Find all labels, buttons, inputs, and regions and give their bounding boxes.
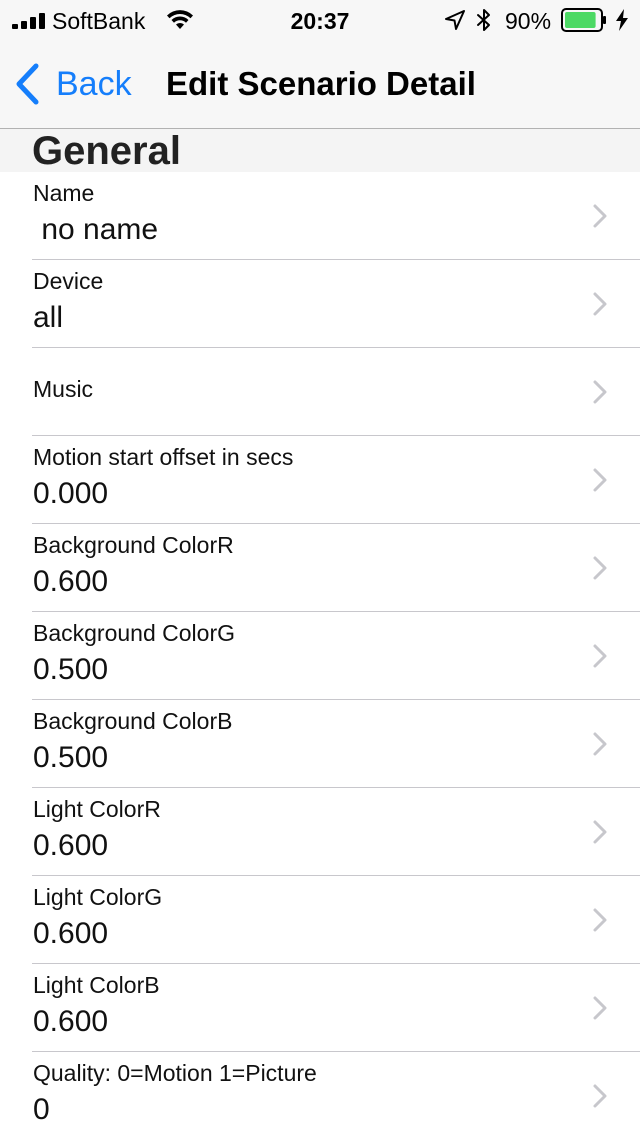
row-value: 0.600 bbox=[33, 829, 109, 862]
row-label: Light ColorR bbox=[33, 796, 161, 822]
battery-icon bbox=[561, 8, 606, 32]
row-label: Name bbox=[33, 180, 95, 206]
navigation-bar: Back Edit Scenario Detail bbox=[0, 40, 640, 129]
row-light-color-b[interactable]: Light ColorB 0.600 bbox=[0, 964, 640, 1052]
back-button-label: Back bbox=[56, 65, 132, 103]
row-quality[interactable]: Quality: 0=Motion 1=Picture 0 bbox=[0, 1052, 640, 1140]
row-motion-start-offset[interactable]: Motion start offset in secs 0.000 bbox=[0, 436, 640, 524]
row-value: 0.000 bbox=[33, 477, 109, 510]
chevron-right-icon bbox=[593, 292, 607, 316]
chevron-right-icon bbox=[593, 996, 607, 1020]
row-label: Device bbox=[33, 268, 104, 294]
settings-list: Name no name Device all Music Motion sta… bbox=[0, 172, 640, 1140]
page-title: Edit Scenario Detail bbox=[166, 65, 476, 102]
chevron-right-icon bbox=[593, 820, 607, 844]
chevron-left-icon bbox=[16, 63, 39, 105]
location-arrow-icon bbox=[445, 10, 465, 30]
chevron-right-icon bbox=[593, 468, 607, 492]
row-music[interactable]: Music bbox=[0, 348, 640, 436]
row-value: all bbox=[33, 301, 64, 334]
row-label: Background ColorG bbox=[33, 620, 235, 646]
row-label: Motion start offset in secs bbox=[33, 444, 294, 470]
status-bar: SoftBank 20:37 90% bbox=[0, 0, 640, 40]
chevron-right-icon bbox=[593, 556, 607, 580]
charging-bolt-icon bbox=[616, 9, 628, 31]
back-button[interactable]: Back bbox=[14, 60, 132, 108]
row-label: Background ColorB bbox=[33, 708, 233, 734]
row-background-color-r[interactable]: Background ColorR 0.600 bbox=[0, 524, 640, 612]
section-header: General bbox=[0, 129, 640, 173]
row-background-color-g[interactable]: Background ColorG 0.500 bbox=[0, 612, 640, 700]
bluetooth-icon bbox=[477, 9, 490, 31]
chevron-right-icon bbox=[593, 732, 607, 756]
chevron-right-icon bbox=[593, 204, 607, 228]
signal-icon bbox=[12, 13, 45, 29]
chevron-right-icon bbox=[593, 908, 607, 932]
row-background-color-b[interactable]: Background ColorB 0.500 bbox=[0, 700, 640, 788]
row-value: 0.500 bbox=[33, 653, 109, 686]
row-device[interactable]: Device all bbox=[0, 260, 640, 348]
row-value: 0.500 bbox=[33, 741, 109, 774]
row-label: Quality: 0=Motion 1=Picture bbox=[33, 1060, 317, 1086]
chevron-right-icon bbox=[593, 1084, 607, 1108]
carrier-name: SoftBank bbox=[52, 8, 146, 34]
chevron-right-icon bbox=[593, 644, 607, 668]
row-value: 0 bbox=[33, 1093, 50, 1126]
row-value: 0.600 bbox=[33, 565, 109, 598]
row-value: 0.600 bbox=[33, 917, 109, 950]
row-name[interactable]: Name no name bbox=[0, 172, 640, 260]
chevron-right-icon bbox=[593, 380, 607, 404]
row-value: no name bbox=[33, 213, 159, 246]
row-light-color-r[interactable]: Light ColorR 0.600 bbox=[0, 788, 640, 876]
row-label: Light ColorG bbox=[33, 884, 163, 910]
row-label: Light ColorB bbox=[33, 972, 160, 998]
row-label: Background ColorR bbox=[33, 532, 234, 558]
section-title: General bbox=[32, 129, 181, 173]
battery-percent: 90% bbox=[505, 8, 552, 34]
row-value: 0.600 bbox=[33, 1005, 109, 1038]
row-light-color-g[interactable]: Light ColorG 0.600 bbox=[0, 876, 640, 964]
row-label: Music bbox=[33, 376, 94, 402]
wifi-icon bbox=[167, 10, 193, 29]
